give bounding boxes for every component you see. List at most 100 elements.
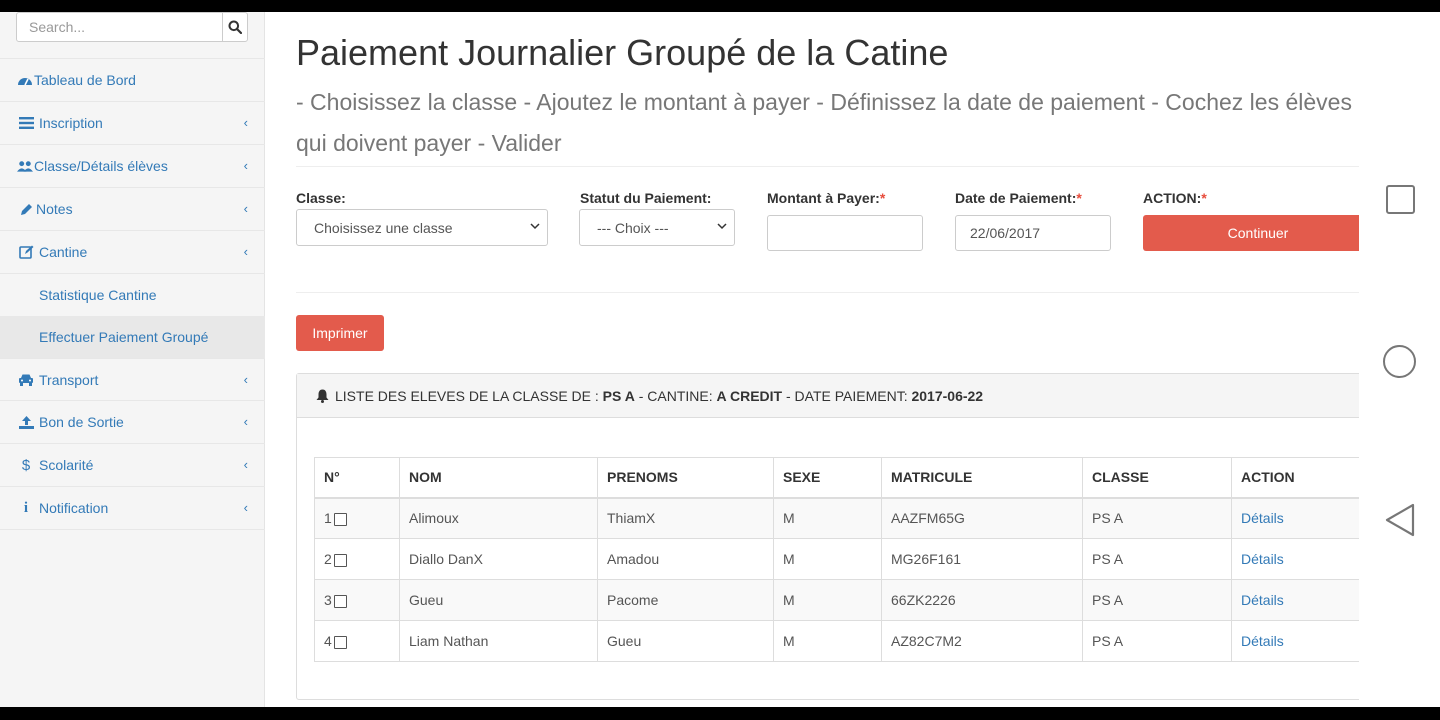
bottom-bezel [0,707,1440,720]
search-box [16,12,248,42]
table-row: 1 Alimoux ThiamX M AAZFM65G PS A Détails [314,497,1359,539]
nom-cell: Liam Nathan [399,620,598,662]
upload-icon [18,415,34,429]
print-button[interactable]: Imprimer [296,315,384,351]
action-cell: Détails [1231,538,1359,580]
col-header-nom: NOM [399,457,598,499]
edit-icon [18,245,34,259]
home-button[interactable] [1383,345,1416,378]
row-number-cell: 2 [314,538,400,580]
classe-cell: PS A [1082,620,1232,662]
details-link[interactable]: Détails [1241,510,1284,526]
page-title: Paiement Journalier Groupé de la Catine [296,32,949,73]
col-header-matricule: MATRICULE [881,457,1083,499]
dashboard-icon [17,73,33,87]
date-input-value: 22/06/2017 [970,225,1041,241]
chevron-left-icon: ‹ [243,201,248,216]
details-link[interactable]: Détails [1241,592,1284,608]
sidebar-item-label: Bon de Sortie [39,414,124,430]
search-button[interactable] [222,13,247,41]
search-icon [228,20,242,34]
chevron-left-icon: ‹ [243,414,248,429]
chevron-left-icon: ‹ [243,158,248,173]
divider [296,166,1359,167]
sidebar-item-inscription[interactable]: Inscription ‹ [0,102,265,145]
panel-date: 2017-06-22 [911,387,984,404]
statut-label: Statut du Paiement: [580,190,712,206]
sidebar-item-label: Notification [39,500,109,516]
col-header-sexe: SEXE [773,457,882,499]
sidebar-item-cantine[interactable]: Cantine ‹ [0,231,265,274]
recent-apps-button[interactable] [1386,185,1415,214]
date-input[interactable]: 22/06/2017 [955,215,1111,251]
classe-cell: PS A [1082,497,1232,539]
nom-cell: Diallo DanX [399,538,598,580]
row-number-cell: 1 [314,497,400,539]
chevron-left-icon: ‹ [243,457,248,472]
row-number-cell: 3 [314,579,400,621]
matricule-cell: AZ82C7M2 [881,620,1083,662]
nom-cell: Gueu [399,579,598,621]
classe-select[interactable]: Choisissez une classe [296,209,548,246]
statut-select-value: --- Choix --- [597,219,669,236]
panel-heading-text: LISTE DES ELEVES DE LA CLASSE DE : [335,387,599,404]
matricule-cell: 66ZK2226 [881,579,1083,621]
classe-cell: PS A [1082,579,1232,621]
dollar-icon: $ [21,456,31,474]
sidebar-item-bon-de-sortie[interactable]: Bon de Sortie ‹ [0,401,265,444]
continue-button[interactable]: Continuer [1143,215,1359,251]
details-link[interactable]: Détails [1241,551,1284,567]
chevron-down-icon [530,223,540,230]
student-checkbox[interactable] [333,553,347,567]
date-label: Date de Paiement:* [955,190,1082,206]
sidebar-item-notes[interactable]: Notes ‹ [0,188,265,231]
prenoms-cell: Amadou [597,538,774,580]
action-label: ACTION:* [1143,190,1207,206]
sexe-cell: M [773,620,882,662]
matricule-cell: MG26F161 [881,538,1083,580]
submenu-paiement-groupe[interactable]: Effectuer Paiement Groupé [0,316,265,358]
car-icon [18,373,34,387]
action-cell: Détails [1231,620,1359,662]
action-cell: Détails [1231,497,1359,539]
student-checkbox[interactable] [333,635,347,649]
back-button[interactable] [1384,503,1416,537]
student-checkbox[interactable] [333,513,347,527]
col-header-classe: CLASSE [1082,457,1232,499]
classe-label: Classe: [296,190,346,206]
col-header-prenoms: PRENOMS [597,457,774,499]
details-link[interactable]: Détails [1241,633,1284,649]
statut-select[interactable]: --- Choix --- [579,209,735,246]
sidebar-item-classe[interactable]: Classe/Détails élèves ‹ [0,145,265,188]
action-cell: Détails [1231,579,1359,621]
submenu-statistique-cantine[interactable]: Statistique Cantine [0,274,265,316]
panel-heading: LISTE DES ELEVES DE LA CLASSE DE : PS A … [297,374,1359,418]
search-input[interactable] [17,13,222,41]
prenoms-cell: ThiamX [597,497,774,539]
sidebar-item-label: Cantine [39,244,88,260]
sidebar-item-transport[interactable]: Transport ‹ [0,358,265,401]
panel-cantine: A CREDIT [716,387,783,404]
nom-cell: Alimoux [399,497,598,539]
col-header-action: ACTION [1231,457,1359,499]
submenu-label: Statistique Cantine [39,287,157,303]
panel-cantine-text: - CANTINE: [638,387,713,404]
row-number-cell: 4 [314,620,400,662]
student-checkbox[interactable] [333,594,347,608]
montant-input[interactable] [767,215,923,251]
col-header-n: N° [314,457,400,499]
sidebar-item-notification[interactable]: i Notification ‹ [0,487,265,530]
users-icon [17,159,33,173]
panel-classe: PS A [602,387,635,404]
sidebar-item-label: Scolarité [39,457,94,473]
students-panel: LISTE DES ELEVES DE LA CLASSE DE : PS A … [296,373,1359,700]
sidebar-item-scolarite[interactable]: $ Scolarité ‹ [0,444,265,487]
sidebar-item-label: Tableau de Bord [34,72,136,88]
table-row: 2 Diallo DanX Amadou M MG26F161 PS A Dét… [314,538,1359,580]
table-row: 3 Gueu Pacome M 66ZK2226 PS A Détails [314,579,1359,621]
bell-icon [316,389,329,403]
sidebar-item-tableau-de-bord[interactable]: Tableau de Bord [0,59,265,102]
chevron-down-icon: ‹ [243,244,248,259]
students-table: N° NOM PRENOMS SEXE MATRICULE CLASSE ACT… [314,457,1359,662]
sidebar-item-label: Classe/Détails élèves [34,158,168,174]
